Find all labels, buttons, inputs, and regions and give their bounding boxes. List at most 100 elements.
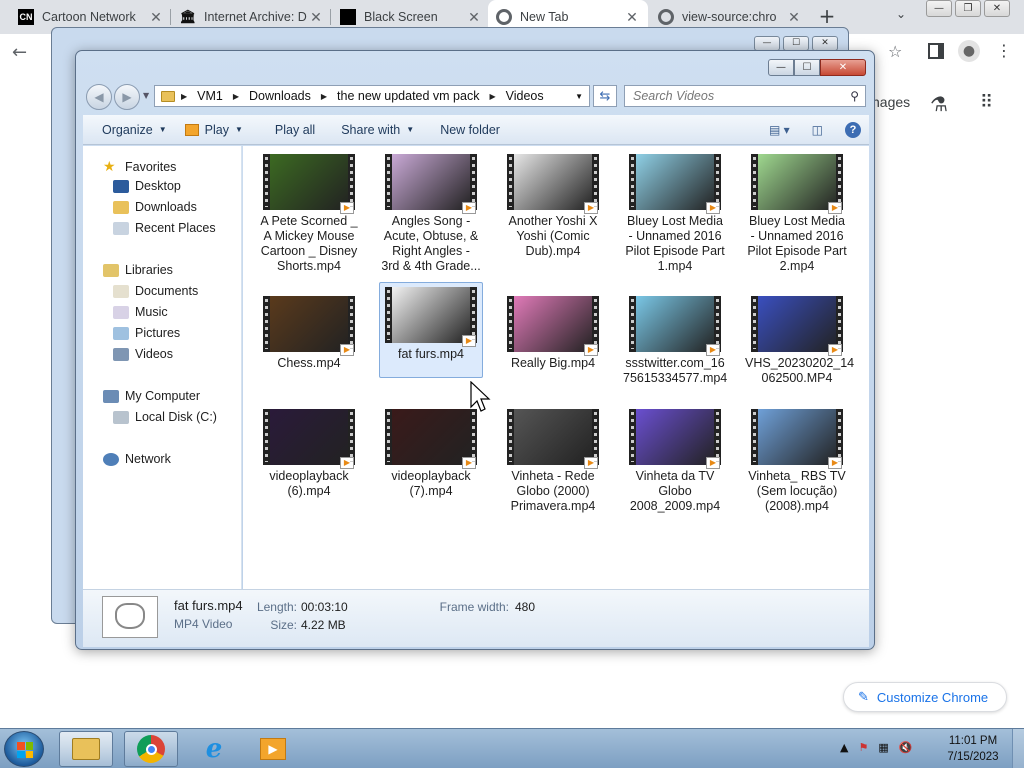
forward-button[interactable]: ▶	[114, 84, 140, 110]
customize-chrome-button[interactable]: ✎ Customize Chrome	[843, 682, 1007, 712]
video-thumbnail: ▶	[385, 154, 477, 214]
side-panel-icon[interactable]	[928, 43, 944, 59]
address-bar[interactable]: ▶ VM1 ▶ Downloads ▶ the new updated vm p…	[154, 85, 590, 107]
close-tab-icon[interactable]: ✕	[466, 9, 482, 26]
file-item[interactable]: ▶ Angles Song - Acute, Obtuse, & Right An…	[379, 154, 483, 274]
nav-my-computer[interactable]: My Computer	[103, 389, 200, 403]
action-center-flag-icon[interactable]: ⚑	[858, 741, 868, 754]
file-item[interactable]: ▶ Vinheta - Rede Globo (2000) Primavera.m…	[501, 409, 605, 514]
nav-pictures[interactable]: Pictures	[113, 326, 180, 340]
nav-documents[interactable]: Documents	[113, 284, 198, 298]
organize-button[interactable]: Organize ▼	[93, 123, 176, 137]
thumbnail-frame	[636, 409, 714, 465]
file-item[interactable]: ▶ fat furs.mp4	[379, 282, 483, 378]
clock[interactable]: 11:01 PM 7/15/2023	[938, 733, 1008, 765]
nav-desktop[interactable]: Desktop	[113, 179, 181, 193]
help-icon[interactable]: ?	[845, 121, 861, 138]
close-tab-icon[interactable]: ✕	[308, 9, 324, 26]
play-button[interactable]: Play ▼	[176, 123, 252, 137]
play-badge-icon: ▶	[584, 344, 598, 356]
show-hidden-icons-icon[interactable]: ▲	[840, 741, 848, 754]
nav-libraries[interactable]: Libraries	[103, 263, 173, 277]
search-input[interactable]: Search Videos ⚲	[624, 85, 866, 107]
close-button[interactable]: ✕	[812, 36, 838, 51]
start-button[interactable]	[4, 731, 44, 767]
tab-title: Cartoon Network	[42, 10, 136, 24]
profile-avatar-icon[interactable]: ●	[958, 40, 980, 62]
file-item[interactable]: ▶ Really Big.mp4	[501, 296, 605, 371]
taskbar-media-player[interactable]: ▶	[246, 731, 300, 767]
thumbnail-frame	[758, 409, 836, 465]
refresh-button[interactable]: ⇆	[593, 85, 617, 107]
file-name: Bluey Lost Media - Unnamed 2016 Pilot Ep…	[625, 214, 725, 273]
breadcrumb-vm-pack[interactable]: the new updated vm pack	[337, 89, 479, 103]
new-folder-button[interactable]: New folder	[431, 123, 509, 137]
play-all-button[interactable]: Play all	[266, 123, 324, 137]
change-view-icon[interactable]: ▤ ▾	[769, 123, 790, 137]
nav-music[interactable]: Music	[113, 305, 168, 319]
volume-muted-icon[interactable]: 🔇	[899, 741, 913, 754]
file-item[interactable]: ▶ Another Yoshi X Yoshi (Comic Dub).mp4	[501, 154, 605, 259]
file-item[interactable]: ▶ videoplayback (7).mp4	[379, 409, 483, 499]
nav-network[interactable]: Network	[103, 452, 171, 466]
new-tab-button[interactable]: +	[816, 5, 838, 27]
minimize-button[interactable]: —	[754, 36, 780, 51]
play-badge-icon: ▶	[706, 202, 720, 214]
ntp-images-link[interactable]: nages	[872, 94, 910, 110]
share-with-button[interactable]: Share with ▼	[332, 123, 423, 137]
file-item[interactable]: ▶ Bluey Lost Media - Unnamed 2016 Pilot E…	[745, 154, 849, 274]
close-tab-icon[interactable]: ✕	[786, 9, 802, 26]
network-status-icon[interactable]: ▦	[878, 741, 888, 754]
breadcrumb-videos[interactable]: Videos	[506, 89, 544, 103]
recent-places-icon	[113, 221, 129, 235]
video-thumbnail: ▶	[629, 154, 721, 214]
video-thumbnail: ▶	[263, 154, 355, 214]
tab-search-chevron-icon[interactable]: ⌄	[896, 7, 906, 21]
file-item[interactable]: ▶ ssstwitter.com_16 75615334577.mp4	[623, 296, 727, 386]
bookmark-star-icon[interactable]: ☆	[888, 42, 902, 61]
restore-button[interactable]: ❐	[955, 0, 981, 17]
chevron-right-icon[interactable]: ▶	[321, 92, 327, 101]
more-menu-icon[interactable]: ⋮	[996, 41, 1012, 60]
thumbnail-frame	[392, 154, 470, 210]
close-tab-icon[interactable]: ✕	[148, 9, 164, 26]
file-item[interactable]: ▶ videoplayback (6).mp4	[257, 409, 361, 499]
file-item[interactable]: ▶ VHS_20230202_14 062500.MP4	[745, 296, 854, 386]
nav-downloads[interactable]: Downloads	[113, 200, 197, 214]
play-badge-icon: ▶	[462, 457, 476, 469]
close-tab-icon[interactable]: ✕	[624, 9, 640, 26]
back-button[interactable]: ◀	[86, 84, 112, 110]
breadcrumb-vm1[interactable]: VM1	[197, 89, 223, 103]
taskbar-explorer[interactable]	[59, 731, 113, 767]
taskbar-internet-explorer[interactable]: e	[187, 731, 241, 767]
file-item[interactable]: ▶ A Pete Scorned _ A Mickey Mouse Cartoon…	[257, 154, 361, 274]
close-button[interactable]: ✕	[984, 0, 1010, 17]
back-arrow-icon[interactable]: ←	[12, 42, 27, 63]
file-item[interactable]: ▶ Vinheta da TV Globo 2008_2009.mp4	[623, 409, 727, 514]
labs-flask-icon[interactable]: ⚗	[930, 92, 948, 116]
taskbar: e ▶ ▲ ⚑ ▦ 🔇 11:01 PM 7/15/2023	[0, 728, 1024, 768]
file-item[interactable]: ▶ Bluey Lost Media - Unnamed 2016 Pilot E…	[623, 154, 727, 274]
nav-recent-places[interactable]: Recent Places	[113, 221, 216, 235]
chevron-right-icon[interactable]: ▶	[233, 92, 239, 101]
nav-videos[interactable]: Videos	[113, 347, 173, 361]
maximize-button[interactable]: ☐	[794, 59, 820, 76]
taskbar-chrome[interactable]	[124, 731, 178, 767]
file-item[interactable]: ▶ Vinheta_ RBS TV (Sem locução) (2008).mp…	[745, 409, 849, 514]
chevron-right-icon[interactable]: ▶	[489, 92, 495, 101]
breadcrumb-downloads[interactable]: Downloads	[249, 89, 311, 103]
file-item[interactable]: ▶ Chess.mp4	[257, 296, 361, 371]
minimize-button[interactable]: —	[768, 59, 794, 76]
tab-separator	[330, 9, 331, 25]
apps-grid-icon[interactable]: ⠿	[980, 92, 993, 113]
nav-favorites[interactable]: ★ Favorites	[103, 158, 176, 175]
nav-local-disk[interactable]: Local Disk (C:)	[113, 410, 217, 424]
preview-pane-icon[interactable]: ◫	[812, 123, 823, 137]
maximize-button[interactable]: ☐	[783, 36, 809, 51]
minimize-button[interactable]: —	[926, 0, 952, 17]
show-desktop-button[interactable]	[1012, 729, 1024, 768]
recent-pages-dropdown-icon[interactable]: ▼	[143, 91, 149, 100]
chevron-right-icon[interactable]: ▶	[181, 92, 187, 101]
address-dropdown-icon[interactable]: ▼	[575, 92, 583, 101]
close-button[interactable]: ✕	[820, 59, 866, 76]
